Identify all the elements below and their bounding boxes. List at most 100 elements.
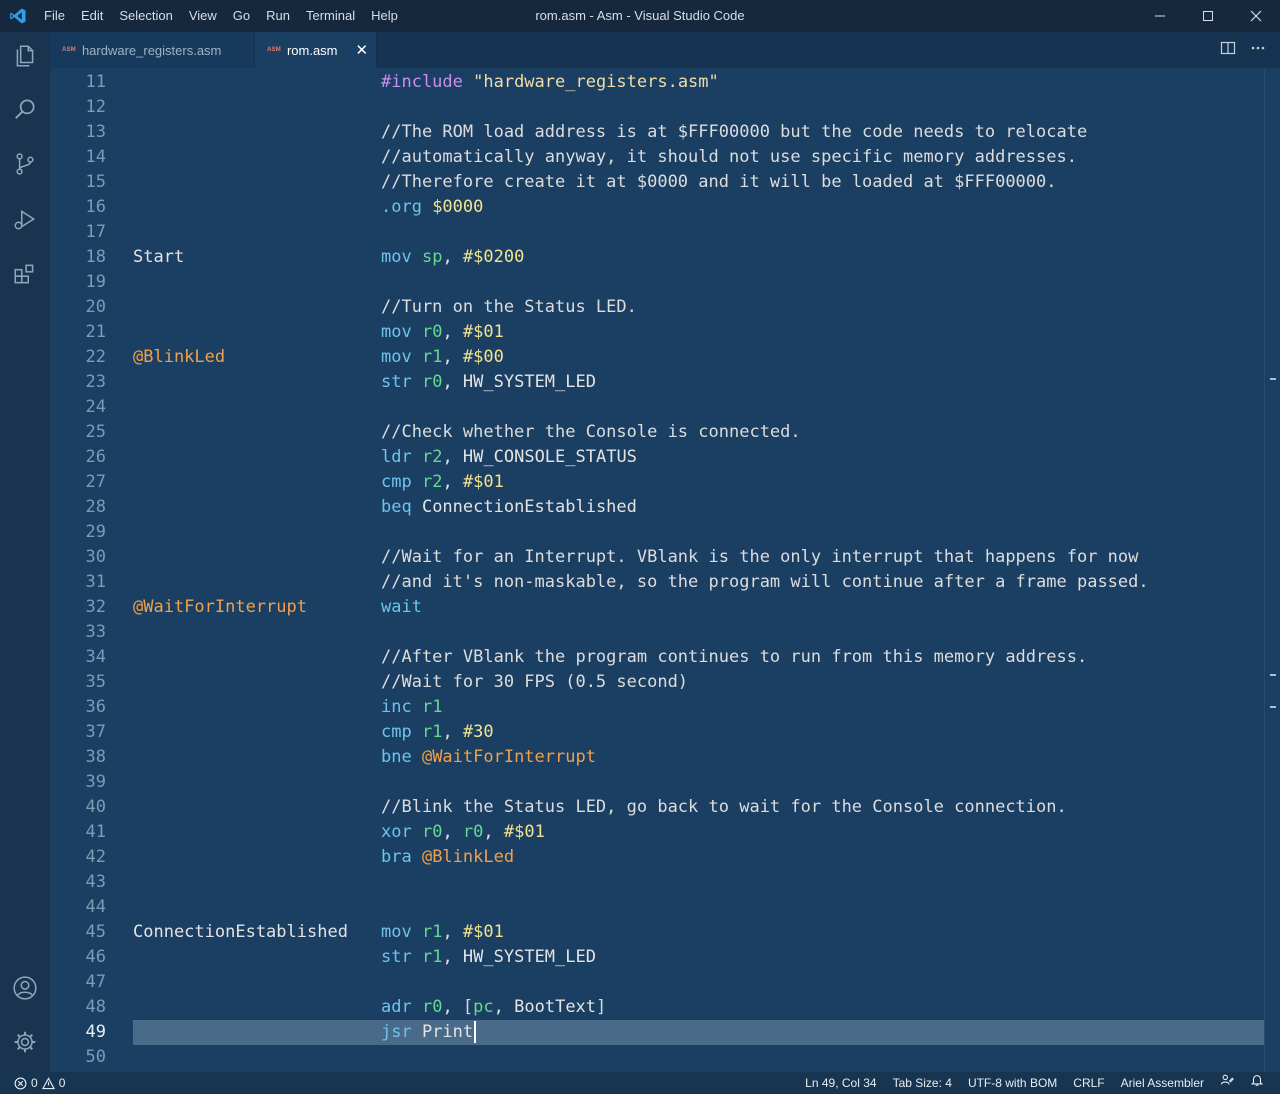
tab-rom[interactable]: ASM rom.asm ✕ xyxy=(255,32,377,68)
code-content: wait xyxy=(381,595,422,620)
code-editor[interactable]: 1011#include "hardware_registers.asm"121… xyxy=(50,68,1265,1072)
code-token: ldr xyxy=(381,447,422,467)
code-token: //and it's non-maskable, so the program … xyxy=(381,572,1149,592)
code-token: #$00 xyxy=(462,347,504,367)
close-window-button[interactable] xyxy=(1232,0,1280,32)
problems-indicator[interactable]: 0 0 xyxy=(0,1076,65,1090)
code-token: //Therefore create it at $0000 and it wi… xyxy=(381,172,1057,192)
manage-button[interactable] xyxy=(0,1018,50,1066)
line-number: 25 xyxy=(85,422,106,442)
line-number: 39 xyxy=(85,772,106,792)
code-line[interactable]: 44 xyxy=(50,895,1265,920)
files-icon xyxy=(16,45,34,67)
code-line[interactable]: 19 xyxy=(50,270,1265,295)
code-line[interactable]: 35 //Wait for 30 FPS (0.5 second) xyxy=(50,670,1265,695)
code-line[interactable]: 37 cmp r1, #30 xyxy=(50,720,1265,745)
code-token: , xyxy=(493,997,515,1017)
feedback-button[interactable] xyxy=(1212,1072,1242,1094)
code-line[interactable]: 27 cmp r2, #$01 xyxy=(50,470,1265,495)
close-tab-button[interactable]: ✕ xyxy=(356,41,369,59)
code-line[interactable]: 45 ConnectionEstablished mov r1, #$01 xyxy=(50,920,1265,945)
code-line[interactable]: 32 @WaitForInterrupt wait xyxy=(50,595,1265,620)
accounts-button[interactable] xyxy=(0,964,50,1012)
code-line[interactable]: 38 bne @WaitForInterrupt xyxy=(50,745,1265,770)
search-button[interactable] xyxy=(0,85,50,133)
explorer-button[interactable] xyxy=(0,32,50,80)
code-line[interactable]: 34 //After VBlank the program continues t… xyxy=(50,645,1265,670)
code-line[interactable]: 49 jsr Print xyxy=(50,1020,1265,1045)
cursor-position[interactable]: Ln 49, Col 34 xyxy=(797,1072,884,1094)
code-content: //Wait for an Interrupt. VBlank is the o… xyxy=(381,545,1138,570)
code-line[interactable]: 33 xyxy=(50,620,1265,645)
code-line[interactable]: 14 //automatically anyway, it should not … xyxy=(50,145,1265,170)
line-number: 24 xyxy=(85,397,106,417)
code-line[interactable]: 42 bra @BlinkLed xyxy=(50,845,1265,870)
menu-file[interactable]: File xyxy=(36,0,73,32)
menu-go[interactable]: Go xyxy=(225,0,258,32)
code-token: //Check whether the Console is connected… xyxy=(381,422,801,442)
code-line[interactable]: 43 xyxy=(50,870,1265,895)
end-of-line[interactable]: CRLF xyxy=(1065,1072,1112,1094)
code-token: cmp xyxy=(381,722,422,742)
code-token: mov xyxy=(381,247,422,267)
code-line[interactable]: 11 #include "hardware_registers.asm" xyxy=(50,70,1265,95)
code-content: #include "hardware_registers.asm" xyxy=(381,70,719,95)
code-line[interactable]: 28 beq ConnectionEstablished xyxy=(50,495,1265,520)
more-actions-button[interactable] xyxy=(1250,40,1266,61)
code-line[interactable]: 16 .org $0000 xyxy=(50,195,1265,220)
language-mode[interactable]: Ariel Assembler xyxy=(1113,1072,1212,1094)
run-debug-button[interactable] xyxy=(0,195,50,243)
line-number: 38 xyxy=(85,747,106,767)
code-line[interactable]: 15 //Therefore create it at $0000 and it … xyxy=(50,170,1265,195)
code-line[interactable]: 25 //Check whether the Console is connect… xyxy=(50,420,1265,445)
notifications-button[interactable] xyxy=(1242,1072,1272,1094)
code-label: @WaitForInterrupt xyxy=(133,597,307,617)
code-line[interactable]: 20 //Turn on the Status LED. xyxy=(50,295,1265,320)
code-line[interactable]: 12 xyxy=(50,95,1265,120)
code-token: , xyxy=(442,347,463,367)
code-line[interactable]: 46 str r1, HW_SYSTEM_LED xyxy=(50,945,1265,970)
code-line[interactable]: 48 adr r0, [pc, BootText] xyxy=(50,995,1265,1020)
code-token: xor xyxy=(381,822,422,842)
code-line[interactable]: 30 //Wait for an Interrupt. VBlank is the… xyxy=(50,545,1265,570)
code-line[interactable]: 21 mov r0, #$01 xyxy=(50,320,1265,345)
code-token: , xyxy=(442,322,463,342)
code-line[interactable]: 50 xyxy=(50,1045,1265,1070)
editor-scrollbar[interactable] xyxy=(1264,68,1280,1072)
code-line[interactable]: 40 //Blink the Status LED, go back to wai… xyxy=(50,795,1265,820)
code-line[interactable]: 36 inc r1 xyxy=(50,695,1265,720)
split-editor-button[interactable] xyxy=(1220,40,1236,61)
code-line[interactable]: 29 xyxy=(50,520,1265,545)
file-encoding[interactable]: UTF-8 with BOM xyxy=(960,1072,1065,1094)
menu-help[interactable]: Help xyxy=(363,0,406,32)
menu-run[interactable]: Run xyxy=(258,0,298,32)
code-line[interactable]: 26 ldr r2, HW_CONSOLE_STATUS xyxy=(50,445,1265,470)
code-line[interactable]: 31 //and it's non-maskable, so the progra… xyxy=(50,570,1265,595)
maximize-button[interactable] xyxy=(1184,0,1232,32)
code-line[interactable]: 13 //The ROM load address is at $FFF00000… xyxy=(50,120,1265,145)
code-line[interactable]: 24 xyxy=(50,395,1265,420)
line-number: 16 xyxy=(85,197,106,217)
code-line[interactable]: 17 xyxy=(50,220,1265,245)
tab-size[interactable]: Tab Size: 4 xyxy=(885,1072,960,1094)
source-control-button[interactable] xyxy=(0,140,50,188)
line-number: 43 xyxy=(85,872,106,892)
code-token: ConnectionEstablished xyxy=(421,497,637,517)
extensions-button[interactable] xyxy=(0,250,50,298)
code-line[interactable]: 47 xyxy=(50,970,1265,995)
code-token: r0 xyxy=(421,822,443,842)
code-line[interactable]: 22 @BlinkLed mov r1, #$00 xyxy=(50,345,1265,370)
code-token: str xyxy=(381,372,422,392)
code-token: #include xyxy=(381,72,474,92)
menu-terminal[interactable]: Terminal xyxy=(298,0,363,32)
menu-edit[interactable]: Edit xyxy=(73,0,111,32)
code-line[interactable]: 41 xor r0, r0, #$01 xyxy=(50,820,1265,845)
menu-selection[interactable]: Selection xyxy=(111,0,180,32)
code-token: adr xyxy=(381,997,422,1017)
menu-view[interactable]: View xyxy=(181,0,225,32)
code-line[interactable]: 23 str r0, HW_SYSTEM_LED xyxy=(50,370,1265,395)
tab-hardware-registers[interactable]: ASM hardware_registers.asm xyxy=(50,32,255,68)
code-line[interactable]: 39 xyxy=(50,770,1265,795)
minimize-button[interactable] xyxy=(1136,0,1184,32)
code-line[interactable]: 18 Start mov sp, #$0200 xyxy=(50,245,1265,270)
